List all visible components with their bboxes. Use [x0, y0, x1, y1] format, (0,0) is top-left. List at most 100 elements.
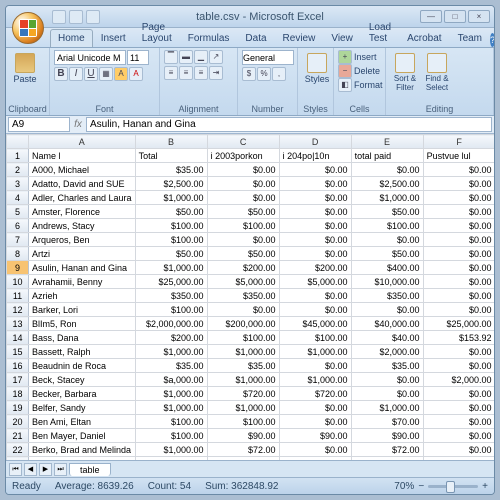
tab-home[interactable]: Home [50, 29, 93, 47]
cell[interactable]: $50.00 [135, 247, 207, 261]
tab-review[interactable]: Review [275, 29, 324, 47]
tab-team[interactable]: Team [450, 29, 490, 47]
cell[interactable]: $40,000.00 [351, 317, 423, 331]
cell[interactable]: $0.00 [279, 205, 351, 219]
cell[interactable]: $0.00 [279, 191, 351, 205]
cell[interactable]: $35.00 [207, 359, 279, 373]
row-header[interactable]: 3 [7, 177, 29, 191]
cell[interactable]: $100.00 [207, 331, 279, 345]
row-header[interactable]: 20 [7, 415, 29, 429]
cell[interactable]: $0.00 [207, 303, 279, 317]
cell[interactable]: $1,000.00 [135, 401, 207, 415]
cell[interactable]: $0.00 [279, 177, 351, 191]
row-header[interactable]: 17 [7, 373, 29, 387]
zoom-slider[interactable] [428, 485, 478, 488]
align-top-button[interactable]: ▔ [164, 50, 178, 64]
underline-button[interactable]: U [84, 67, 98, 81]
cell[interactable]: $72.00 [351, 443, 423, 457]
cell[interactable]: $100.00 [351, 219, 423, 233]
maximize-button[interactable]: □ [444, 10, 466, 23]
cell[interactable]: Adler, Charles and Laura [29, 191, 136, 205]
tab-insert[interactable]: Insert [93, 29, 134, 47]
tab-load-test[interactable]: Load Test [361, 18, 399, 47]
cell[interactable]: $0.00 [423, 191, 494, 205]
office-button[interactable] [12, 12, 44, 44]
row-header[interactable]: 6 [7, 219, 29, 233]
delete-cells-button[interactable]: − [338, 64, 352, 78]
border-button[interactable]: ▦ [99, 67, 113, 81]
find-select-button[interactable]: Find & Select [422, 50, 452, 95]
format-cells-button[interactable]: ◧ [338, 78, 352, 92]
formula-input[interactable]: Asulin, Hanan and Gina [86, 117, 492, 132]
cell[interactable]: $50.00 [351, 247, 423, 261]
number-format-select[interactable] [242, 50, 294, 65]
align-center-button[interactable]: ≡ [179, 66, 193, 80]
cell[interactable]: $200.00 [279, 261, 351, 275]
cell[interactable]: $1,000.00 [135, 387, 207, 401]
cell[interactable]: Berko, Brad and Melinda [29, 443, 136, 457]
cell[interactable]: Asulin, Hanan and Gina [29, 261, 136, 275]
currency-button[interactable]: $ [242, 67, 256, 81]
cell[interactable]: $0.00 [423, 289, 494, 303]
cell[interactable]: $50.00 [351, 205, 423, 219]
cell[interactable]: Adatto, David and SUE [29, 177, 136, 191]
redo-icon[interactable] [86, 10, 100, 24]
cell[interactable]: Bassett, Ralph [29, 345, 136, 359]
cell[interactable]: $25,000.00 [423, 317, 494, 331]
row-header[interactable]: 21 [7, 429, 29, 443]
align-mid-button[interactable]: ▬ [179, 50, 193, 64]
cell[interactable]: $0.00 [423, 163, 494, 177]
insert-cells-button[interactable]: + [338, 50, 352, 64]
cell[interactable]: $1,000.00 [207, 373, 279, 387]
cell[interactable]: $0.00 [351, 373, 423, 387]
cell[interactable]: $0.00 [207, 177, 279, 191]
cell[interactable]: $1,000.00 [135, 191, 207, 205]
cell[interactable]: $0.00 [423, 345, 494, 359]
cell[interactable]: $0.00 [423, 233, 494, 247]
cell[interactable]: $0.00 [279, 247, 351, 261]
cell[interactable]: $0.00 [423, 415, 494, 429]
cell[interactable]: $35.00 [135, 163, 207, 177]
cell[interactable]: $100.00 [135, 219, 207, 233]
cell[interactable]: $1,000.00 [135, 345, 207, 359]
sheet-nav-next[interactable]: ▶ [39, 463, 52, 476]
cell[interactable]: Bass, Dana [29, 331, 136, 345]
cell[interactable]: i 204po|10n [279, 149, 351, 163]
cell[interactable]: $0.00 [351, 303, 423, 317]
select-all-corner[interactable] [7, 135, 29, 149]
tab-view[interactable]: View [323, 29, 361, 47]
row-header[interactable]: 22 [7, 443, 29, 457]
column-header[interactable]: C [207, 135, 279, 149]
cell[interactable]: $1,000.00 [207, 345, 279, 359]
column-header[interactable]: E [351, 135, 423, 149]
cell[interactable]: Belfer, Sandy [29, 401, 136, 415]
cell[interactable]: $200,000.00 [207, 317, 279, 331]
comma-button[interactable]: , [272, 67, 286, 81]
italic-button[interactable]: I [69, 67, 83, 81]
cell[interactable]: $0.00 [423, 359, 494, 373]
cell[interactable]: $72.00 [207, 443, 279, 457]
cell[interactable]: $720.00 [207, 387, 279, 401]
sheet-nav-prev[interactable]: ◀ [24, 463, 37, 476]
cell[interactable]: $1,000.00 [135, 261, 207, 275]
undo-icon[interactable] [69, 10, 83, 24]
name-box[interactable]: A9 [8, 117, 70, 132]
row-header[interactable]: 19 [7, 401, 29, 415]
row-header[interactable]: 5 [7, 205, 29, 219]
font-name-input[interactable] [54, 50, 126, 65]
cell[interactable]: Becker, Barbara [29, 387, 136, 401]
row-header[interactable]: 10 [7, 275, 29, 289]
font-size-input[interactable] [127, 50, 149, 65]
cell[interactable]: $0.00 [423, 303, 494, 317]
zoom-out-button[interactable]: − [418, 481, 424, 492]
minimize-button[interactable]: ― [420, 10, 442, 23]
sort-filter-button[interactable]: Sort & Filter [390, 50, 420, 95]
row-header[interactable]: 1 [7, 149, 29, 163]
cell[interactable]: $1,000.00 [207, 457, 279, 461]
cell[interactable]: $50.00 [207, 205, 279, 219]
cell[interactable]: $0.00 [423, 205, 494, 219]
cell[interactable]: $0.00 [351, 387, 423, 401]
cell[interactable]: $100.00 [135, 233, 207, 247]
orientation-button[interactable]: ↗ [209, 50, 223, 64]
cell[interactable]: $100.00 [279, 331, 351, 345]
